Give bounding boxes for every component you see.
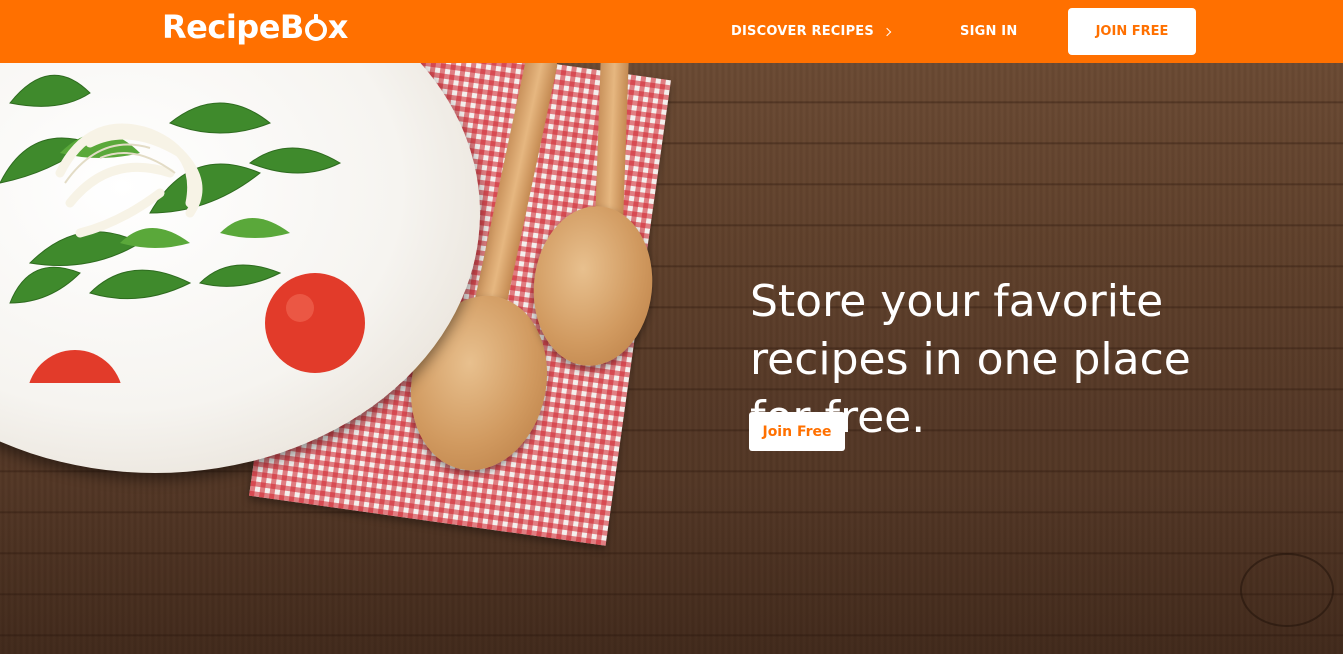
logo-text-prefix: RecipeB bbox=[162, 8, 304, 46]
salad-illustration bbox=[0, 74, 365, 383]
chevron-right-icon bbox=[882, 27, 892, 36]
pot-icon bbox=[304, 14, 327, 41]
page: Store your favorite recipes in one place… bbox=[0, 0, 1343, 654]
logo-text-suffix: x bbox=[327, 8, 349, 46]
hero-section: Store your favorite recipes in one place… bbox=[0, 0, 1343, 654]
logo[interactable]: RecipeB x bbox=[162, 8, 348, 46]
nav-discover-label: DISCOVER RECIPES bbox=[731, 24, 874, 39]
wood-knot bbox=[1240, 553, 1334, 627]
navbar: RecipeB x DISCOVER RECIPES SIGN IN JOIN … bbox=[0, 0, 1343, 63]
nav-discover-recipes[interactable]: DISCOVER RECIPES bbox=[731, 24, 892, 39]
join-free-button[interactable]: JOIN FREE bbox=[1068, 8, 1196, 55]
nav-sign-in[interactable]: SIGN IN bbox=[960, 24, 1017, 39]
hero-join-free-button[interactable]: Join Free bbox=[749, 412, 845, 451]
wood-shade bbox=[0, 483, 1343, 654]
